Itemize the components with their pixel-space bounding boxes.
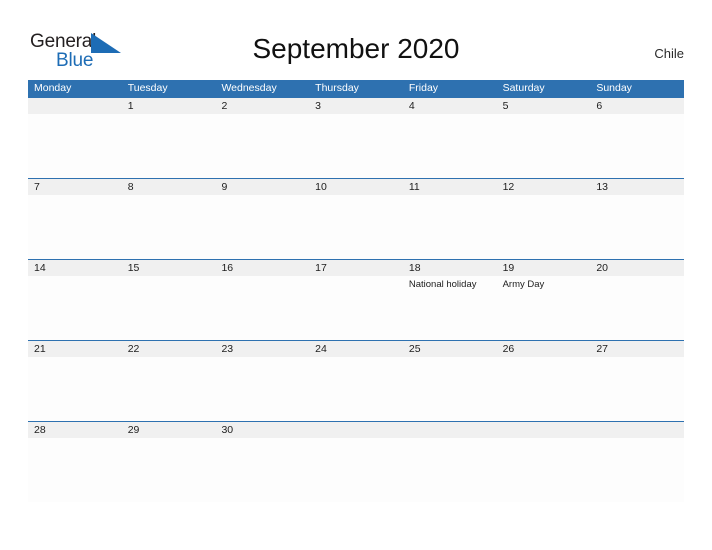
weekday-header-saturday: Saturday xyxy=(502,82,545,94)
day-number[interactable] xyxy=(590,422,684,438)
week-row: 14 15 16 17 18 19 20 National holiday Ar… xyxy=(28,259,684,340)
day-number[interactable] xyxy=(309,422,403,438)
day-number[interactable]: 11 xyxy=(403,179,497,195)
weekday-header-wednesday: Wednesday xyxy=(221,82,277,94)
day-number[interactable]: 5 xyxy=(497,98,591,114)
calendar-grid: Monday Tuesday Wednesday Thursday Friday… xyxy=(28,80,684,502)
day-number[interactable]: 25 xyxy=(403,341,497,357)
weekday-header-friday: Friday xyxy=(408,82,439,94)
day-event xyxy=(590,276,684,340)
country-label: Chile xyxy=(654,46,684,61)
day-event xyxy=(309,114,403,178)
week-row: 1 2 3 4 5 6 xyxy=(28,97,684,178)
day-event xyxy=(403,114,497,178)
week-event-band xyxy=(28,357,684,421)
day-number[interactable]: 15 xyxy=(122,260,216,276)
day-event-national-holiday: National holiday xyxy=(408,279,477,290)
day-number[interactable]: 1 xyxy=(122,98,216,114)
day-event-army-day: Army Day xyxy=(502,279,545,290)
day-number[interactable]: 4 xyxy=(403,98,497,114)
day-number[interactable]: 27 xyxy=(590,341,684,357)
day-event xyxy=(28,438,122,502)
day-event xyxy=(403,357,497,421)
day-number[interactable] xyxy=(403,422,497,438)
day-number[interactable]: 7 xyxy=(28,179,122,195)
day-number[interactable]: 23 xyxy=(215,341,309,357)
week-row: 21 22 23 24 25 26 27 xyxy=(28,340,684,421)
day-event xyxy=(497,357,591,421)
day-number[interactable]: 9 xyxy=(215,179,309,195)
day-event xyxy=(215,276,309,340)
day-event xyxy=(122,195,216,259)
day-number[interactable]: 2 xyxy=(215,98,309,114)
weekday-header-monday: Monday xyxy=(34,82,72,94)
day-event xyxy=(28,276,122,340)
weekday-header-row: Monday Tuesday Wednesday Thursday Friday… xyxy=(28,80,684,97)
day-event xyxy=(122,276,216,340)
day-event xyxy=(590,114,684,178)
day-event xyxy=(28,114,122,178)
day-event xyxy=(497,114,591,178)
day-event xyxy=(215,195,309,259)
day-event xyxy=(122,357,216,421)
day-number[interactable]: 12 xyxy=(497,179,591,195)
week-daynumber-band: 7 8 9 10 11 12 13 xyxy=(28,179,684,195)
day-event xyxy=(215,114,309,178)
page-title: September 2020 xyxy=(252,33,460,64)
day-number[interactable]: 28 xyxy=(28,422,122,438)
week-event-band xyxy=(28,114,684,178)
day-event xyxy=(215,438,309,502)
day-number[interactable] xyxy=(28,98,122,114)
day-event xyxy=(28,357,122,421)
day-number[interactable]: 14 xyxy=(28,260,122,276)
day-number[interactable]: 26 xyxy=(497,341,591,357)
day-event xyxy=(309,195,403,259)
day-event xyxy=(590,195,684,259)
page-header: General Blue September 2020 Chile xyxy=(0,0,712,80)
week-daynumber-band: 14 15 16 17 18 19 20 xyxy=(28,260,684,276)
day-number[interactable]: 21 xyxy=(28,341,122,357)
weekday-header-sunday: Sunday xyxy=(596,82,632,94)
day-number[interactable]: 13 xyxy=(590,179,684,195)
week-daynumber-band: 21 22 23 24 25 26 27 xyxy=(28,341,684,357)
day-number[interactable]: 24 xyxy=(309,341,403,357)
day-event xyxy=(122,114,216,178)
day-number[interactable]: 3 xyxy=(309,98,403,114)
week-row: 28 29 30 xyxy=(28,421,684,502)
day-number[interactable]: 16 xyxy=(215,260,309,276)
day-event xyxy=(309,438,403,502)
week-daynumber-band: 28 29 30 xyxy=(28,422,684,438)
week-daynumber-band: 1 2 3 4 5 6 xyxy=(28,98,684,114)
week-event-band xyxy=(28,195,684,259)
day-event xyxy=(122,438,216,502)
day-event xyxy=(215,357,309,421)
day-event xyxy=(309,276,403,340)
day-event xyxy=(403,195,497,259)
day-event xyxy=(403,438,497,502)
day-number[interactable]: 22 xyxy=(122,341,216,357)
day-event xyxy=(590,357,684,421)
day-event xyxy=(497,438,591,502)
day-event xyxy=(497,195,591,259)
day-number[interactable] xyxy=(497,422,591,438)
day-number[interactable]: 29 xyxy=(122,422,216,438)
day-number[interactable]: 30 xyxy=(215,422,309,438)
weekday-header-tuesday: Tuesday xyxy=(127,82,168,94)
day-number[interactable]: 19 xyxy=(497,260,591,276)
day-number[interactable]: 10 xyxy=(309,179,403,195)
day-number[interactable]: 20 xyxy=(590,260,684,276)
day-number[interactable]: 8 xyxy=(122,179,216,195)
week-event-band: National holiday Army Day xyxy=(28,276,684,340)
week-row: 7 8 9 10 11 12 13 xyxy=(28,178,684,259)
week-event-band xyxy=(28,438,684,502)
day-event xyxy=(309,357,403,421)
day-event xyxy=(590,438,684,502)
weekday-header-thursday: Thursday xyxy=(315,82,359,94)
day-event xyxy=(28,195,122,259)
day-number[interactable]: 6 xyxy=(590,98,684,114)
day-number[interactable]: 18 xyxy=(403,260,497,276)
day-number[interactable]: 17 xyxy=(309,260,403,276)
